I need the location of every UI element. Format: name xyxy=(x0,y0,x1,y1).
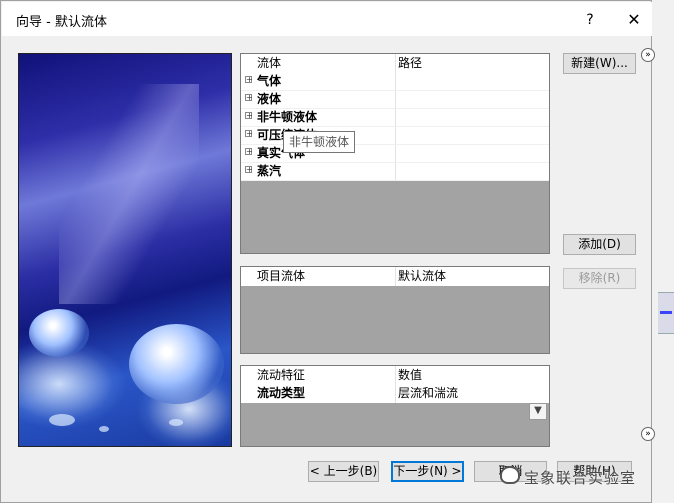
flow-type-value[interactable]: 层流和湍流 xyxy=(398,384,458,402)
expand-icon[interactable]: + xyxy=(245,148,253,156)
fluid-group-label: 气体 xyxy=(257,74,282,88)
flow-type-label: 流动类型 xyxy=(257,386,306,400)
expand-side-icon[interactable]: » xyxy=(641,48,655,62)
fluid-group-row[interactable]: + 蒸汽 xyxy=(241,162,549,181)
expand-icon[interactable]: + xyxy=(245,76,253,84)
dropdown-arrow-icon[interactable]: ▼ xyxy=(529,403,547,420)
wizard-image xyxy=(18,53,232,447)
watermark: 宝象联合实验室 xyxy=(524,469,637,487)
title-bar: 向导 - 默认流体 ? ✕ xyxy=(2,2,652,36)
fluid-group-row[interactable]: + 气体 xyxy=(241,72,549,91)
close-icon[interactable]: ✕ xyxy=(622,8,646,32)
remove-button[interactable]: 移除(R) xyxy=(563,268,636,289)
expand-icon[interactable]: + xyxy=(245,112,253,120)
fluid-group-label: 非牛顿液体 xyxy=(257,110,318,124)
wizard-dialog: 向导 - 默认流体 ? ✕ 流体 路径 + 气体 + 液体 + 非牛顿液体 + xyxy=(0,0,655,503)
expand-icon[interactable]: + xyxy=(245,166,253,174)
expand-icon[interactable]: + xyxy=(245,130,253,138)
flow-characteristics-table: 流动特征 数值 流动类型 层流和湍流 ▼ xyxy=(240,365,550,447)
value-header: 数值 xyxy=(398,368,423,382)
back-button[interactable]: < 上一步(B) xyxy=(308,461,379,482)
new-button[interactable]: 新建(W)... xyxy=(563,53,636,74)
project-fluids-header: 项目流体 xyxy=(257,269,306,283)
dialog-title: 向导 - 默认流体 xyxy=(16,15,107,30)
project-fluids-list: 项目流体 默认流体 xyxy=(240,266,550,354)
expand-side-icon[interactable]: » xyxy=(641,427,655,441)
default-fluids-header: 默认流体 xyxy=(398,269,447,283)
fluid-group-row[interactable]: + 液体 xyxy=(241,90,549,109)
fluids-header-name: 流体 xyxy=(257,56,282,70)
watermark-logo-icon xyxy=(500,466,520,484)
fluids-list: 流体 路径 + 气体 + 液体 + 非牛顿液体 + 可压缩液体 + 真实气体 +… xyxy=(240,53,550,254)
fluids-header-path: 路径 xyxy=(398,56,423,70)
background-window-tab xyxy=(658,292,674,334)
add-button[interactable]: 添加(D) xyxy=(563,234,636,255)
tooltip: 非牛顿液体 xyxy=(283,131,356,153)
next-button[interactable]: 下一步(N) > xyxy=(391,461,464,482)
background-window-right xyxy=(652,0,674,503)
help-icon[interactable]: ? xyxy=(578,8,602,32)
expand-icon[interactable]: + xyxy=(245,94,253,102)
fluid-group-label: 蒸汽 xyxy=(257,164,282,178)
fluid-group-row[interactable]: + 非牛顿液体 xyxy=(241,108,549,127)
fluid-group-label: 液体 xyxy=(257,92,282,106)
flow-characteristic-header: 流动特征 xyxy=(257,368,306,382)
flow-type-row[interactable]: 流动类型 层流和湍流 ▼ xyxy=(241,384,549,420)
